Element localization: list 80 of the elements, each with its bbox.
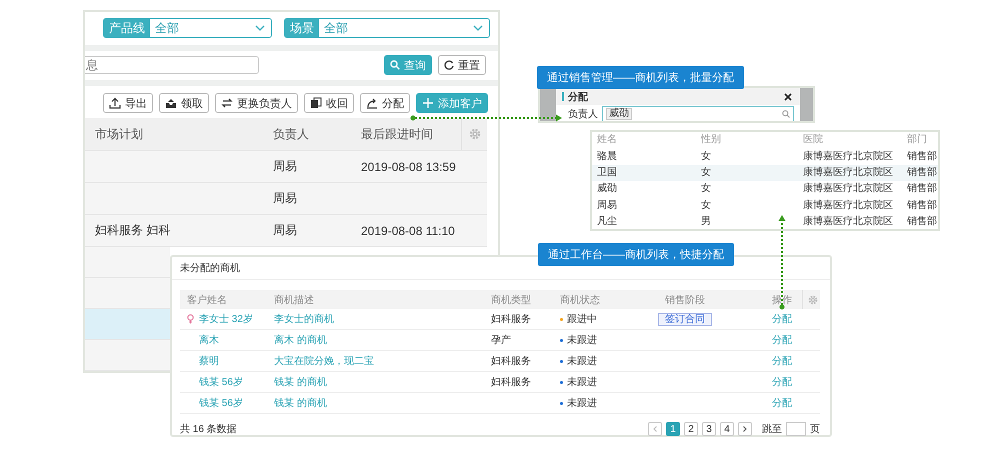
- status-text: 未跟进: [567, 376, 597, 389]
- chevron-down-icon: [255, 25, 265, 32]
- field-label: 负责人: [568, 108, 598, 121]
- chevron-left-icon: [653, 426, 657, 432]
- swap-icon: [221, 97, 233, 109]
- refresh-icon: [444, 60, 454, 70]
- column-header: 商机状态: [559, 294, 601, 306]
- claim-button[interactable]: 领取: [159, 93, 209, 113]
- table-row[interactable]: 周易: [85, 183, 487, 215]
- dropdown-row[interactable]: 凡尘 男 康博嘉医疗北京院区 销售部: [592, 214, 938, 230]
- column-header: 性别: [701, 134, 722, 146]
- search-field[interactable]: 息: [85, 56, 259, 74]
- share-icon: [366, 97, 378, 109]
- chevron-right-icon: [743, 426, 747, 432]
- table-cell-text: 2019-08-08 11:10: [361, 224, 456, 238]
- callout-label: 通过工作台——商机列表，快捷分配: [538, 243, 734, 266]
- table-row[interactable]: [85, 340, 170, 371]
- page-button[interactable]: 2: [684, 422, 698, 436]
- search-icon: [782, 110, 790, 118]
- status-text: 跟进中: [567, 312, 597, 326]
- owner-field[interactable]: 威劭: [602, 106, 794, 121]
- jump-label: 跳至: [762, 422, 782, 436]
- table-cell-text: 周易: [273, 190, 298, 207]
- total-count: 共 16 条数据: [180, 422, 237, 436]
- table-cell-text: 妇科服务 妇科: [95, 222, 172, 239]
- page-button[interactable]: 4: [720, 422, 734, 436]
- reset-button[interactable]: 重置: [438, 55, 486, 76]
- page-unit: 页: [810, 423, 820, 436]
- settings-icon[interactable]: [468, 128, 480, 140]
- tray-icon: [165, 97, 177, 109]
- recall-button[interactable]: 收回: [304, 93, 354, 113]
- table-row[interactable]: 妇科服务 妇科 周易 2019-08-08 11:10: [85, 215, 487, 247]
- column-header: 姓名: [597, 134, 618, 146]
- copy-icon: [310, 97, 322, 109]
- table-cell-text: 妇科服务: [490, 312, 532, 326]
- close-icon[interactable]: [784, 92, 792, 100]
- page-input[interactable]: [786, 422, 806, 436]
- column-header: 商机类型: [490, 294, 532, 306]
- change-owner-button[interactable]: 更换负责人: [215, 93, 298, 113]
- column-header: 客户姓名: [186, 294, 228, 306]
- stage-tag: 签订合同: [658, 312, 712, 326]
- column-header: 商机描述: [273, 294, 315, 306]
- dropdown-row[interactable]: 卫国 女 康博嘉医疗北京院区 销售部: [592, 164, 938, 182]
- table-row[interactable]: [85, 278, 170, 309]
- callout-label: 通过销售管理——商机列表，批量分配: [537, 66, 744, 89]
- next-page-button[interactable]: [738, 422, 752, 436]
- table-row[interactable]: [85, 309, 170, 340]
- table-cell-text: 孕产: [490, 334, 512, 347]
- assign-button[interactable]: 分配: [360, 93, 410, 113]
- search-icon: [390, 60, 400, 70]
- plus-icon: [422, 97, 434, 109]
- table-cell-text: 周易: [273, 158, 298, 175]
- title-marker: [562, 92, 564, 101]
- chevron-down-icon: [473, 25, 483, 32]
- column-header: 最后跟进时间: [361, 126, 434, 142]
- column-header: 市场计划: [95, 126, 144, 142]
- export-button[interactable]: 导出: [103, 93, 153, 113]
- page-button[interactable]: 3: [702, 422, 716, 436]
- column-header: 操作: [771, 294, 793, 306]
- status-text: 未跟进: [567, 334, 597, 347]
- table-cell-text: 2019-08-08 13:59: [361, 160, 457, 174]
- table-row[interactable]: [85, 247, 170, 278]
- table-row[interactable]: 周易 2019-08-08 13:59: [85, 151, 487, 183]
- column-header: 部门: [907, 134, 928, 146]
- table-cell-text: 周易: [273, 222, 298, 239]
- dropdown-row[interactable]: 周易 女 康博嘉医疗北京院区 销售部: [592, 198, 938, 214]
- upload-icon: [109, 97, 121, 109]
- settings-icon[interactable]: [808, 294, 818, 304]
- name-tag: 威劭: [606, 108, 632, 120]
- column-header: 销售阶段: [664, 294, 706, 306]
- table-cell-text: 妇科服务: [490, 376, 532, 389]
- table-cell-text: 妇科服务: [490, 354, 532, 368]
- dropdown-row[interactable]: 骆晨 女 康博嘉医疗北京院区 销售部: [592, 148, 938, 165]
- dialog-title: 分配: [568, 90, 588, 104]
- status-text: 未跟进: [567, 396, 597, 410]
- column-header: 医院: [803, 134, 824, 146]
- status-text: 未跟进: [567, 354, 597, 368]
- column-header: 负责人: [273, 126, 310, 142]
- dropdown-row[interactable]: 威劭 女 康博嘉医疗北京院区 销售部: [592, 181, 938, 198]
- previous-page-button[interactable]: [648, 422, 662, 436]
